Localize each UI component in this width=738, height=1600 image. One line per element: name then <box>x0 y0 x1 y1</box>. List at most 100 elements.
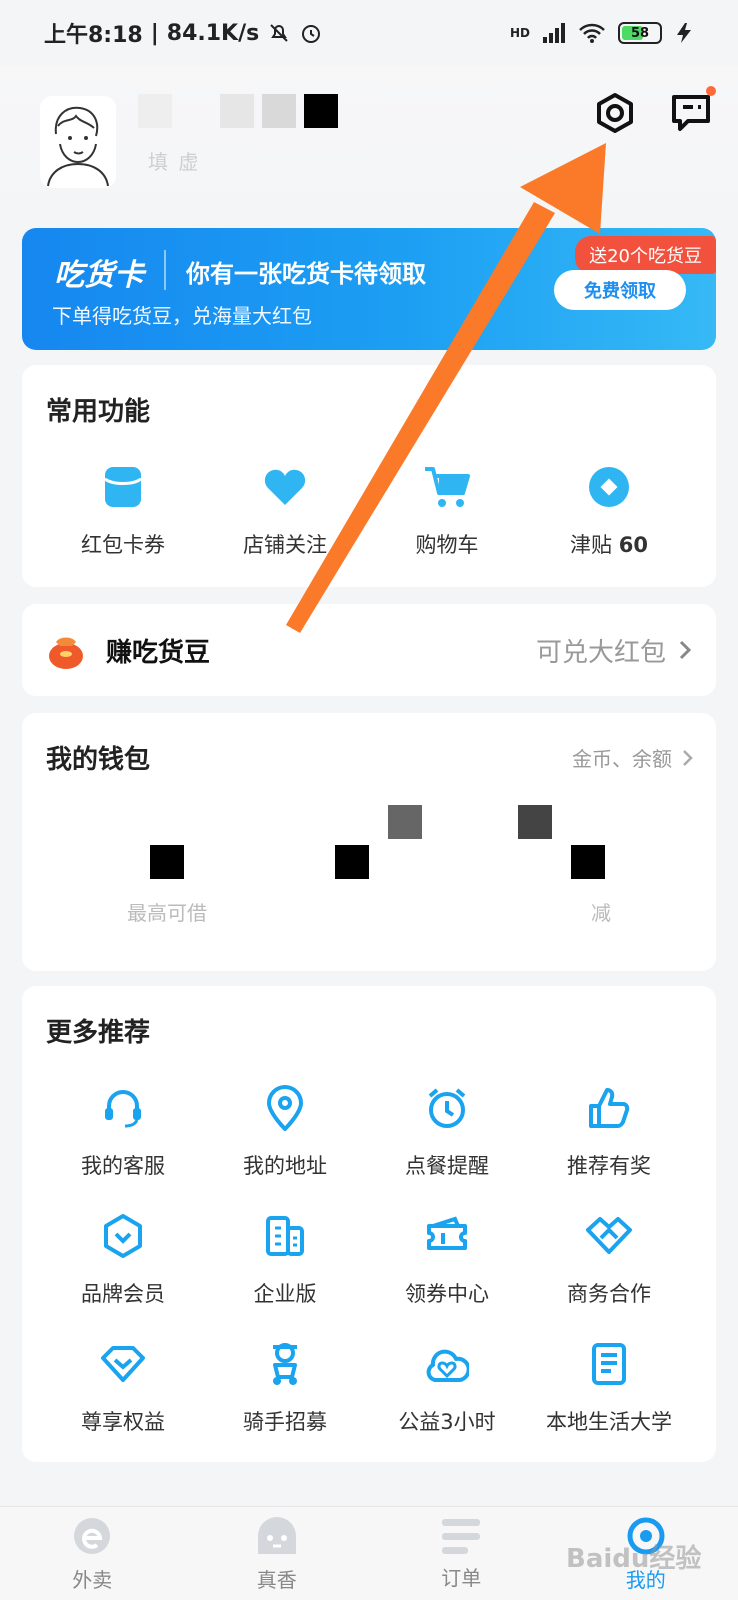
more-item-business[interactable]: 商务合作 <box>528 1212 690 1308</box>
more-item-label: 我的地址 <box>243 1154 327 1178</box>
shield-icon <box>99 1212 147 1260</box>
redacted-value <box>284 845 454 879</box>
redaction-block <box>518 805 552 839</box>
more-item-label: 推荐有奖 <box>567 1154 651 1178</box>
wallet-item-middle[interactable] <box>284 805 454 943</box>
list-icon <box>442 1519 481 1554</box>
ghost-icon <box>257 1517 296 1554</box>
redacted-label <box>284 805 454 839</box>
tab-zhenxiang[interactable]: 真香 <box>185 1507 370 1600</box>
unread-dot <box>706 86 716 96</box>
allowance-icon <box>585 463 633 511</box>
tab-takeout[interactable]: 外卖 <box>0 1507 185 1600</box>
alarm-icon <box>423 1084 471 1132</box>
more-item-customer-service[interactable]: 我的客服 <box>42 1084 204 1180</box>
allowance-label: 津贴 <box>570 533 613 557</box>
more-grid-row-1: 我的客服 我的地址 点餐提醒 推荐有奖 <box>22 1084 716 1180</box>
diamond-icon <box>99 1340 147 1388</box>
section-title: 我的钱包 <box>46 745 151 775</box>
tab-orders[interactable]: 订单 <box>369 1507 554 1600</box>
more-item-rider-recruitment[interactable]: 骑手招募 <box>204 1340 366 1436</box>
more-recommendations-panel: 更多推荐 我的客服 我的地址 点餐提醒 推荐有奖 品牌会员 企业版 领券中心 商… <box>22 986 716 1462</box>
coupon-icon <box>99 463 147 511</box>
common-item-coupons[interactable]: 红包卡券 <box>42 463 204 559</box>
more-item-enterprise[interactable]: 企业版 <box>204 1212 366 1308</box>
wallet-link-label: 金币、余额 <box>572 747 672 771</box>
tab-label: 订单 <box>441 1566 482 1590</box>
more-item-label: 尊享权益 <box>81 1410 165 1434</box>
status-time: 上午8:18 <box>44 23 143 48</box>
redacted-value <box>486 845 656 879</box>
book-icon <box>585 1340 633 1388</box>
avatar[interactable] <box>40 96 116 188</box>
redacted-label <box>82 813 252 835</box>
foodie-card-banner[interactable]: 吃货卡 你有一张吃货卡待领取 下单得吃货豆，兑海量大红包 送20个吃货豆 免费领… <box>22 228 716 350</box>
more-item-label: 领券中心 <box>405 1282 489 1306</box>
more-grid-row-2: 品牌会员 企业版 领券中心 商务合作 <box>22 1212 716 1308</box>
profile-header: 填 虚 <box>0 66 738 216</box>
settings-icon <box>597 93 633 133</box>
more-item-charity[interactable]: 公益3小时 <box>366 1340 528 1436</box>
wallet-link[interactable]: 金币、余额 <box>572 743 694 772</box>
common-item-label: 购物车 <box>415 533 479 557</box>
redaction-block <box>220 94 254 128</box>
more-grid-row-3: 尊享权益 骑手招募 公益3小时 本地生活大学 <box>22 1340 716 1436</box>
earn-beans-link[interactable]: 可兑大红包 <box>536 632 692 669</box>
wifi-icon <box>579 23 605 43</box>
cart-icon <box>423 463 471 511</box>
more-item-address[interactable]: 我的地址 <box>204 1084 366 1180</box>
wallet-item-right[interactable]: 减 <box>486 805 656 943</box>
more-item-order-reminder[interactable]: 点餐提醒 <box>366 1084 528 1180</box>
handshake-icon <box>585 1212 633 1260</box>
redaction-block <box>262 94 296 128</box>
banner-title: 你有一张吃货卡待领取 <box>186 260 426 288</box>
status-bar: 上午8:18 | 84.1K/s HD 58 <box>0 0 738 66</box>
username-redacted <box>138 94 338 128</box>
eleme-icon <box>74 1518 111 1554</box>
location-icon <box>261 1084 309 1132</box>
more-item-label: 品牌会员 <box>81 1282 165 1306</box>
money-bag-icon <box>49 637 83 669</box>
wallet-item-footer: 减 <box>591 901 611 925</box>
wallet-item-footer: 最高可借 <box>127 901 207 925</box>
network-label: HD <box>509 26 530 40</box>
earn-beans-subtitle: 可兑大红包 <box>535 637 666 668</box>
redaction-block <box>304 94 338 128</box>
mute-icon <box>270 24 288 42</box>
claim-free-button[interactable]: 免费领取 <box>554 270 686 310</box>
messages-button[interactable] <box>664 86 718 140</box>
common-item-cart[interactable]: 购物车 <box>366 463 528 559</box>
section-title: 常用功能 <box>46 397 151 427</box>
earn-beans-row[interactable]: 赚吃货豆 可兑大红包 <box>22 604 716 696</box>
more-item-exclusive-benefits[interactable]: 尊享权益 <box>42 1340 204 1436</box>
more-item-referral[interactable]: 推荐有奖 <box>528 1084 690 1180</box>
rider-icon <box>261 1340 309 1388</box>
settings-button[interactable] <box>588 86 642 140</box>
wallet-item-credit[interactable]: 最高可借 <box>82 813 252 943</box>
common-functions-grid: 红包卡券 店铺关注 购物车 津贴 60 <box>22 463 716 559</box>
chevron-right-icon <box>683 749 693 766</box>
redacted-value <box>82 845 252 879</box>
more-item-brand-member[interactable]: 品牌会员 <box>42 1212 204 1308</box>
battery-icon: 58 <box>618 22 662 44</box>
common-item-favorites[interactable]: 店铺关注 <box>204 463 366 559</box>
redaction-block <box>150 845 184 879</box>
tab-label: 外卖 <box>72 1568 113 1592</box>
redaction-block <box>571 845 605 879</box>
allowance-value: 60 <box>618 533 648 557</box>
signal-icon <box>543 23 565 43</box>
banner-subtitle: 下单得吃货豆，兑海量大红包 <box>52 304 312 328</box>
banner-badge: 送20个吃货豆 <box>575 236 716 274</box>
battery-level: 58 <box>630 25 650 41</box>
status-left: 上午8:18 | 84.1K/s <box>44 17 323 49</box>
more-item-local-life-university[interactable]: 本地生活大学 <box>528 1340 690 1436</box>
redaction-gap <box>180 94 212 128</box>
more-item-coupon-center[interactable]: 领券中心 <box>366 1212 528 1308</box>
redacted-label <box>486 805 656 839</box>
status-right: HD 58 <box>510 22 694 44</box>
banner-divider <box>164 250 166 290</box>
more-item-label: 公益3小时 <box>398 1410 496 1434</box>
more-item-label: 商务合作 <box>567 1282 651 1306</box>
ticket-icon <box>423 1212 471 1260</box>
common-item-allowance[interactable]: 津贴 60 <box>528 463 690 559</box>
